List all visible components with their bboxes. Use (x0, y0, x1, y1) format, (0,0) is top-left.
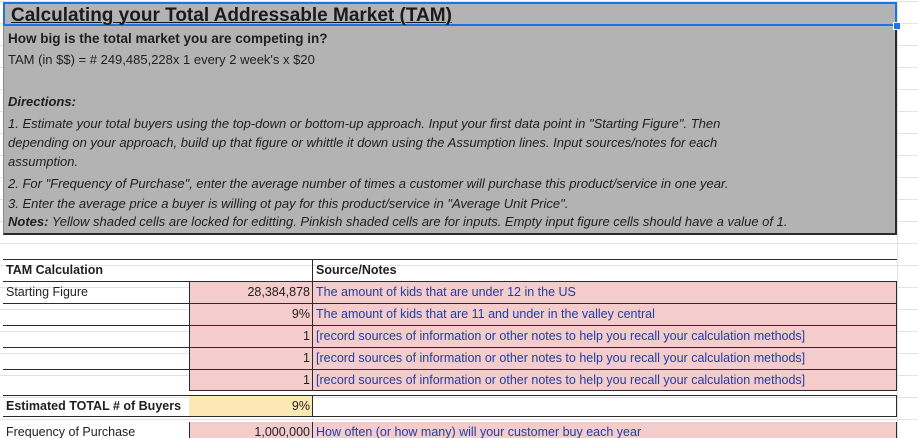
frequency-label[interactable]: Frequency of Purchase (3, 422, 189, 438)
table-row: Frequency of Purchase 1,000,000 How ofte… (3, 422, 897, 438)
total-buyers-value[interactable]: 9% (189, 395, 312, 417)
directions-line: 3. Enter the average price a buyer is wi… (8, 196, 569, 211)
table-row: 9% The amount of kids that are 11 and un… (3, 303, 897, 325)
table-row: Starting Figure 28,384,878 The amount of… (3, 281, 897, 303)
notes-text: Yellow shaded cells are locked for editt… (48, 214, 788, 229)
directions-line: assumption. (8, 154, 79, 169)
frequency-value[interactable]: 1,000,000 (189, 422, 312, 438)
tam-calculation-header[interactable]: TAM Calculation (3, 259, 189, 281)
assumption-note[interactable]: [record sources of information or other … (312, 347, 897, 369)
grid-column-line (897, 0, 898, 438)
assumption-value[interactable]: 1 (189, 325, 312, 347)
page-title: Calculating your Total Addressable Marke… (11, 5, 452, 26)
header-value-cell[interactable] (189, 259, 312, 281)
table-row: 1 [record sources of information or othe… (3, 347, 897, 369)
directions-line: 2. For "Frequency of Purchase", enter th… (8, 176, 729, 191)
tam-formula: TAM (in $$) = # 249,485,228x 1 every 2 w… (8, 52, 315, 67)
starting-figure-value[interactable]: 28,384,878 (189, 281, 312, 303)
source-notes-header[interactable]: Source/Notes (312, 259, 897, 281)
assumption-label[interactable] (3, 369, 189, 391)
directions-line: 1. Estimate your total buyers using the … (8, 116, 721, 131)
selection-fill-handle[interactable] (893, 22, 901, 30)
assumption-note[interactable]: [record sources of information or other … (312, 325, 897, 347)
assumption-note[interactable]: [record sources of information or other … (312, 369, 897, 391)
starting-figure-label[interactable]: Starting Figure (3, 281, 189, 303)
assumption-value[interactable]: 1 (189, 347, 312, 369)
title-cell[interactable]: Calculating your Total Addressable Marke… (3, 2, 897, 26)
directions-line: depending on your approach, build up tha… (8, 135, 718, 150)
assumption-value[interactable]: 1 (189, 369, 312, 391)
table-row: 1 [record sources of information or othe… (3, 325, 897, 347)
notes-line: Notes: Yellow shaded cells are locked fo… (8, 214, 787, 229)
total-buyers-label[interactable]: Estimated TOTAL # of Buyers (3, 395, 189, 417)
notes-label: Notes: (8, 214, 49, 229)
assumption-label[interactable] (3, 347, 189, 369)
assumption-label[interactable] (3, 325, 189, 347)
directions-heading: Directions: (8, 94, 76, 109)
assumption-value[interactable]: 9% (189, 303, 312, 325)
frequency-note[interactable]: How often (or how many) will your custom… (312, 422, 897, 438)
table-header-row: TAM Calculation Source/Notes (3, 259, 897, 281)
total-buyers-note[interactable] (312, 395, 897, 417)
assumption-label[interactable] (3, 303, 189, 325)
page-subtitle: How big is the total market you are comp… (8, 31, 328, 46)
table-row: 1 [record sources of information or othe… (3, 369, 897, 391)
starting-figure-note[interactable]: The amount of kids that are under 12 in … (312, 281, 897, 303)
assumption-note[interactable]: The amount of kids that are 11 and under… (312, 303, 897, 325)
table-row: Estimated TOTAL # of Buyers 9% (3, 395, 897, 417)
